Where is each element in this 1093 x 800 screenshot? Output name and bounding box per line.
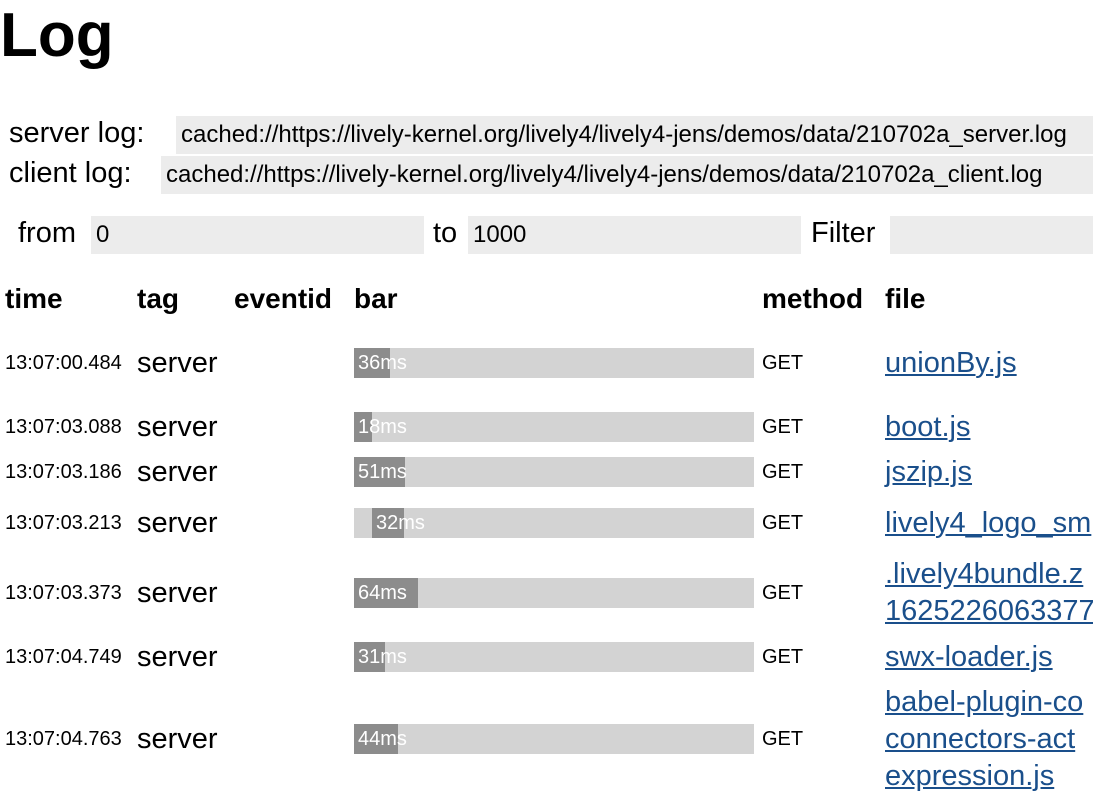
client-log-label: client log: bbox=[9, 157, 132, 189]
time-cell: 13:07:04.749 bbox=[5, 646, 122, 668]
method-cell: GET bbox=[762, 416, 804, 438]
column-header-tag[interactable]: tag bbox=[137, 281, 179, 317]
file-link[interactable]: .lively4bundle.z 1625226063377 bbox=[885, 556, 1093, 630]
method-cell: GET bbox=[762, 582, 804, 604]
duration-bar: 36ms bbox=[354, 348, 754, 378]
time-cell: 13:07:03.186 bbox=[5, 461, 122, 483]
duration-label: 64ms bbox=[358, 582, 407, 604]
tag-cell: server bbox=[137, 456, 218, 488]
time-cell: 13:07:00.484 bbox=[5, 352, 122, 374]
tag-cell: server bbox=[137, 723, 218, 755]
page-title: Log bbox=[0, 1, 114, 70]
filter-input[interactable] bbox=[890, 216, 1093, 254]
method-cell: GET bbox=[762, 352, 804, 374]
file-link-text: 1625226063377 bbox=[885, 595, 1093, 627]
to-input[interactable] bbox=[468, 216, 801, 254]
file-link-text: connectors-act bbox=[885, 722, 1076, 755]
duration-label: 44ms bbox=[358, 728, 407, 750]
tag-cell: server bbox=[137, 641, 218, 673]
column-header-time[interactable]: time bbox=[5, 281, 63, 317]
file-link-text: unionBy.js bbox=[885, 346, 1017, 379]
duration-label: 36ms bbox=[358, 352, 407, 374]
duration-bar: 44ms bbox=[354, 724, 754, 754]
client-log-input[interactable] bbox=[161, 156, 1093, 194]
file-link[interactable]: babel-plugin-co connectors-act expression.… bbox=[885, 684, 1093, 795]
server-log-input[interactable] bbox=[176, 116, 1093, 154]
column-header-method[interactable]: method bbox=[762, 281, 863, 317]
duration-bar: 18ms bbox=[354, 412, 754, 442]
duration-label: 31ms bbox=[358, 646, 407, 668]
file-link-text: babel-plugin-co bbox=[885, 685, 1084, 718]
tag-cell: server bbox=[137, 577, 218, 609]
column-header-bar[interactable]: bar bbox=[354, 281, 398, 317]
from-input[interactable] bbox=[91, 216, 424, 254]
tag-cell: server bbox=[137, 411, 218, 443]
file-link[interactable]: unionBy.js bbox=[885, 345, 1093, 382]
method-cell: GET bbox=[762, 512, 804, 534]
file-link-text: expression.js bbox=[885, 759, 1055, 792]
duration-label: 18ms bbox=[358, 416, 407, 438]
from-label: from bbox=[18, 217, 76, 249]
file-link-text: swx-loader.js bbox=[885, 640, 1053, 673]
tag-cell: server bbox=[137, 507, 218, 539]
file-link[interactable]: jszip.js bbox=[885, 454, 1093, 491]
tag-cell: server bbox=[137, 347, 218, 379]
file-link[interactable]: boot.js bbox=[885, 409, 1093, 446]
column-header-eventid[interactable]: eventid bbox=[234, 281, 332, 317]
time-cell: 13:07:04.763 bbox=[5, 728, 122, 750]
file-link-text: lively4_logo_sm bbox=[885, 506, 1092, 539]
log-page: Log server log: client log: from to Filt… bbox=[0, 0, 1093, 800]
duration-bar: 64ms bbox=[354, 578, 754, 608]
filter-label: Filter bbox=[811, 217, 876, 249]
time-cell: 13:07:03.213 bbox=[5, 512, 122, 534]
time-cell: 13:07:03.373 bbox=[5, 582, 122, 604]
column-header-file[interactable]: file bbox=[885, 281, 925, 317]
method-cell: GET bbox=[762, 728, 804, 750]
duration-bar: 32ms bbox=[354, 508, 754, 538]
file-link-text: jszip.js bbox=[885, 455, 973, 488]
duration-bar: 31ms bbox=[354, 642, 754, 672]
to-label: to bbox=[433, 217, 458, 249]
file-link-text: boot.js bbox=[885, 410, 971, 443]
method-cell: GET bbox=[762, 461, 804, 483]
method-cell: GET bbox=[762, 646, 804, 668]
server-log-label: server log: bbox=[9, 117, 145, 149]
duration-label: 32ms bbox=[376, 512, 425, 534]
file-link[interactable]: lively4_logo_sm bbox=[885, 505, 1093, 542]
time-cell: 13:07:03.088 bbox=[5, 416, 122, 438]
duration-bar: 51ms bbox=[354, 457, 754, 487]
file-link[interactable]: swx-loader.js bbox=[885, 639, 1093, 676]
duration-label: 51ms bbox=[358, 461, 407, 483]
file-link-text: .lively4bundle.z bbox=[885, 558, 1084, 590]
